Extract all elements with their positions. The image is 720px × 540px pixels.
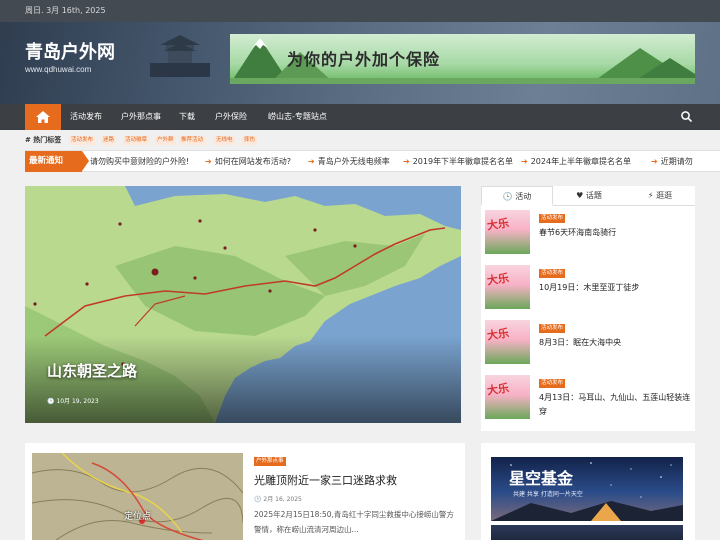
tab-browse[interactable]: ⚡ 逛逛	[625, 186, 695, 206]
notice-item[interactable]: ➔ 2019年下半年徽章提名名单	[403, 151, 513, 172]
thumbnail-art: 大乐	[486, 381, 510, 398]
notice-item[interactable]: ➔ 近期请勿	[651, 151, 693, 172]
tab-label: 活动	[515, 192, 532, 201]
tab-activities[interactable]: 🕒 活动	[481, 186, 553, 206]
ad-subtitle: 共建 共享 打造同一片天空	[513, 491, 583, 498]
tag-item[interactable]: 摔伤	[242, 136, 258, 145]
map-point-label: 定位点	[124, 512, 152, 522]
site-header: 青岛户外网 www.qdhuwai.com 为你的户外加个保险	[0, 22, 720, 104]
post-thumbnail: 大乐	[485, 265, 530, 309]
insurance-banner[interactable]: 为你的户外加个保险	[230, 34, 695, 84]
arrow-icon: ➔	[521, 157, 528, 166]
featured-post-title[interactable]: 山东朝圣之路	[47, 360, 137, 381]
post-category[interactable]: 户外那点事	[254, 457, 286, 466]
notice-item[interactable]: ➔ 2024年上半年徽章提名名单	[521, 151, 631, 172]
clock-icon: 🕒	[502, 192, 513, 201]
clock-icon: 🕒	[254, 496, 262, 503]
post-category[interactable]: 活动发布	[539, 269, 566, 278]
nav-item-downloads[interactable]: 下载	[179, 104, 195, 130]
thumbnail-art: 大乐	[486, 216, 510, 233]
notice-item[interactable]: ➔ 如何在网站发布活动?	[205, 151, 291, 172]
trail-map-image	[32, 453, 243, 540]
nav-item-insurance[interactable]: 户外保险	[215, 104, 247, 130]
heart-icon: ♥	[576, 191, 584, 200]
nav-item-laoshan-topics[interactable]: 崂山志-专题站点	[268, 104, 327, 130]
sidebar-post-item[interactable]: 大乐 活动发布 春节6天环海南岛骑行	[485, 210, 693, 258]
hot-tags-label: # 热门标签	[25, 136, 62, 144]
home-button[interactable]	[25, 104, 61, 130]
notice-label: 最新通知	[25, 151, 89, 172]
notice-item-text: 近期请勿	[660, 157, 693, 166]
post-title[interactable]: 8月3日：眠在大海中央	[539, 336, 695, 350]
search-icon[interactable]	[680, 110, 694, 124]
tag-item[interactable]: 活动徽章	[123, 136, 150, 145]
current-date: 周日. 3月 16th, 2025	[25, 6, 106, 15]
tag-item[interactable]: 迷路	[101, 136, 117, 145]
sidebar-tabs: 🕒 活动 ♥ 话题 ⚡ 逛逛	[481, 186, 695, 206]
arrow-icon: ➔	[308, 157, 315, 166]
thumbnail-art: 大乐	[486, 326, 510, 343]
post-card: 定位点 户外那点事 光雕顶附近一家三口迷路求救 🕒 2月 16, 2025 20…	[25, 443, 465, 540]
post-title[interactable]: 光雕顶附近一家三口迷路求救	[254, 472, 397, 488]
nav-item-activity-publish[interactable]: 活动发布	[70, 104, 102, 130]
bolt-icon: ⚡	[647, 191, 654, 200]
sidebar-post-item[interactable]: 大乐 活动发布 8月3日：眠在大海中央	[485, 320, 693, 368]
tab-topics[interactable]: ♥ 话题	[553, 186, 625, 206]
site-url: www.qdhuwai.com	[25, 65, 92, 74]
post-title[interactable]: 10月19日：木里至亚丁徒步	[539, 281, 695, 295]
starry-fund-ad[interactable]: 星空基金 共建 共享 打造同一片天空	[491, 457, 683, 521]
ad-title: 星空基金	[509, 469, 574, 488]
notice-item-text: 青岛户外无线电频率	[317, 157, 390, 166]
post-thumbnail: 大乐	[485, 375, 530, 419]
notice-ticker: 最新通知 请勿购买中意财险的户外险! ➔ 如何在网站发布活动? ➔ 青岛户外无线电频…	[25, 150, 720, 172]
tag-item[interactable]: 无线电	[214, 136, 235, 145]
home-icon	[36, 111, 50, 123]
post-category[interactable]: 活动发布	[539, 324, 566, 333]
nav-item-outdoor-stories[interactable]: 户外那点事	[121, 104, 161, 130]
post-card-image[interactable]: 定位点	[32, 453, 243, 540]
site-logo-title[interactable]: 青岛户外网	[25, 38, 115, 64]
post-thumbnail: 大乐	[485, 210, 530, 254]
notice-item-text: 2019年下半年徽章提名名单	[412, 157, 514, 166]
tag-item[interactable]: 推荐活动	[179, 136, 206, 145]
post-excerpt: 2025年2月15日18:50,青岛红十字同尘救援中心接崂山警方警情，称在崂山流…	[254, 510, 454, 534]
post-title[interactable]: 4月13日：马耳山、九仙山、五莲山轻装连穿	[539, 391, 695, 419]
featured-post[interactable]: 山东朝圣之路 🕒 10月 19, 2023	[25, 186, 461, 423]
top-date-bar: 周日. 3月 16th, 2025	[0, 0, 720, 22]
post-thumbnail: 大乐	[485, 320, 530, 364]
featured-post-date-text: 10月 19, 2023	[56, 398, 99, 405]
notice-item-text: 请勿购买中意财险的户外险!	[90, 157, 190, 166]
sidebar-ad-box: 星空基金 共建 共享 打造同一片天空	[481, 443, 695, 540]
sidebar-post-item[interactable]: 大乐 活动发布 4月13日：马耳山、九仙山、五莲山轻装连穿	[485, 375, 693, 431]
thumbnail-art: 大乐	[486, 271, 510, 288]
post-date-text: 2月 16, 2025	[263, 496, 302, 503]
tab-label: 逛逛	[656, 191, 673, 200]
sidebar-post-item[interactable]: 大乐 活动发布 10月19日：木里至亚丁徒步	[485, 265, 693, 313]
secondary-ad-image[interactable]	[491, 525, 683, 540]
main-navigation: 活动发布 户外那点事 下载 户外保险 崂山志-专题站点	[0, 104, 720, 130]
pavilion-decoration	[150, 35, 210, 77]
hot-tags-bar: # 热门标签 活动发布 迷路 活动徽章 户外群 推荐活动 无线电 摔伤	[25, 133, 695, 147]
post-title[interactable]: 春节6天环海南岛骑行	[539, 226, 695, 240]
clock-icon: 🕒	[47, 398, 55, 405]
arrow-icon: ➔	[205, 157, 212, 166]
featured-post-date: 🕒 10月 19, 2023	[47, 396, 99, 405]
arrow-icon: ➔	[403, 157, 410, 166]
tab-label: 话题	[585, 191, 602, 200]
arrow-icon: ➔	[651, 157, 658, 166]
post-date: 🕒 2月 16, 2025	[254, 494, 302, 503]
banner-text: 为你的户外加个保险	[287, 50, 441, 69]
notice-item[interactable]: ➔ 青岛户外无线电频率	[308, 151, 390, 172]
notice-item-text: 如何在网站发布活动?	[214, 157, 291, 166]
tag-item[interactable]: 活动发布	[69, 136, 96, 145]
post-category[interactable]: 活动发布	[539, 379, 566, 388]
notice-item[interactable]: 请勿购买中意财险的户外险!	[90, 151, 189, 172]
sidebar-tabs-panel: 🕒 活动 ♥ 话题 ⚡ 逛逛 大乐 活动发布 春节6天环海南岛骑行 大乐 活动发…	[481, 186, 695, 431]
tag-item[interactable]: 户外群	[155, 136, 176, 145]
notice-item-text: 2024年上半年徽章提名名单	[530, 157, 632, 166]
post-category[interactable]: 活动发布	[539, 214, 566, 223]
shandong-map-image	[25, 186, 461, 423]
